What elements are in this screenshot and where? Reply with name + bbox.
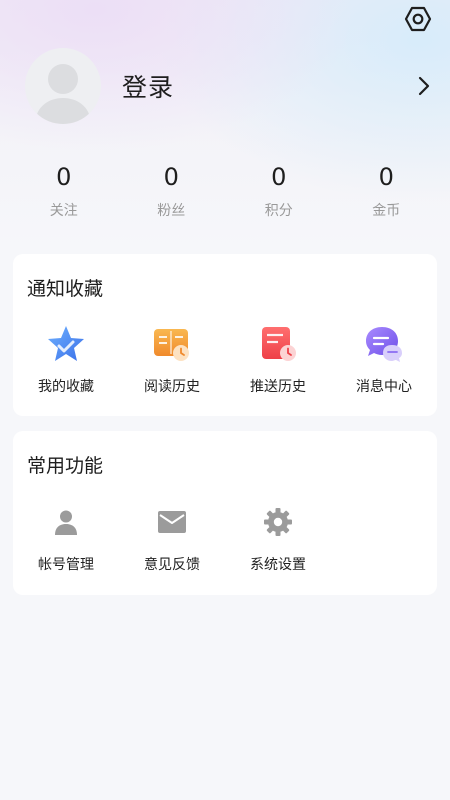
notify-grid: 我的收藏 阅读历史 推送历史 消息中心 — [13, 324, 437, 396]
user-account-icon — [49, 505, 83, 539]
stat-value: 0 — [271, 163, 287, 191]
stat-followers[interactable]: 0 粉丝 — [118, 160, 226, 230]
login-row[interactable]: 登录 — [25, 47, 430, 125]
grid-label: 推送历史 — [250, 379, 306, 395]
grid-label: 我的收藏 — [38, 379, 94, 395]
stat-coins[interactable]: 0 金币 — [333, 160, 441, 230]
chevron-right-icon[interactable] — [410, 74, 430, 98]
book-history-icon — [152, 324, 192, 364]
notify-favorites-card: 通知收藏 我的收藏 阅读历史 推送历史 消息中心 — [13, 254, 437, 416]
grid-label: 消息中心 — [356, 379, 412, 395]
grid-label: 阅读历史 — [144, 379, 200, 395]
system-settings-item[interactable]: 系统设置 — [225, 505, 331, 574]
stat-points[interactable]: 0 积分 — [225, 160, 333, 230]
common-functions-card: 常用功能 帐号管理 意见反馈 系统设置 — [13, 431, 437, 595]
push-history-item[interactable]: 推送历史 — [225, 324, 331, 396]
message-center-item[interactable]: 消息中心 — [331, 324, 437, 396]
feedback-item[interactable]: 意见反馈 — [119, 505, 225, 574]
my-favorites-item[interactable]: 我的收藏 — [13, 324, 119, 396]
default-avatar-icon — [36, 64, 90, 124]
section-title: 通知收藏 — [27, 278, 104, 300]
stat-label: 积分 — [264, 203, 293, 219]
push-history-icon — [258, 324, 298, 364]
grid-label: 意见反馈 — [144, 557, 200, 573]
stat-value: 0 — [163, 163, 179, 191]
stats-row: 0 关注 0 粉丝 0 积分 0 金币 — [10, 160, 440, 230]
message-chat-icon — [364, 324, 404, 364]
avatar[interactable] — [25, 48, 101, 124]
section-title: 常用功能 — [27, 455, 104, 477]
star-favorites-icon — [46, 324, 86, 364]
settings-button[interactable] — [402, 3, 434, 35]
stat-value: 0 — [378, 163, 394, 191]
common-grid: 帐号管理 意见反馈 系统设置 — [13, 505, 437, 574]
gear-settings-icon — [261, 505, 295, 539]
account-management-item[interactable]: 帐号管理 — [13, 505, 119, 574]
grid-label: 帐号管理 — [38, 557, 94, 573]
grid-label: 系统设置 — [250, 557, 306, 573]
reading-history-item[interactable]: 阅读历史 — [119, 324, 225, 396]
login-label[interactable]: 登录 — [122, 68, 410, 104]
stat-following[interactable]: 0 关注 — [10, 160, 118, 230]
stat-label: 金币 — [372, 203, 401, 219]
stat-value: 0 — [56, 163, 72, 191]
stat-label: 关注 — [49, 203, 78, 219]
mail-feedback-icon — [155, 505, 189, 539]
stat-label: 粉丝 — [157, 203, 186, 219]
hexagon-settings-icon — [404, 6, 432, 32]
